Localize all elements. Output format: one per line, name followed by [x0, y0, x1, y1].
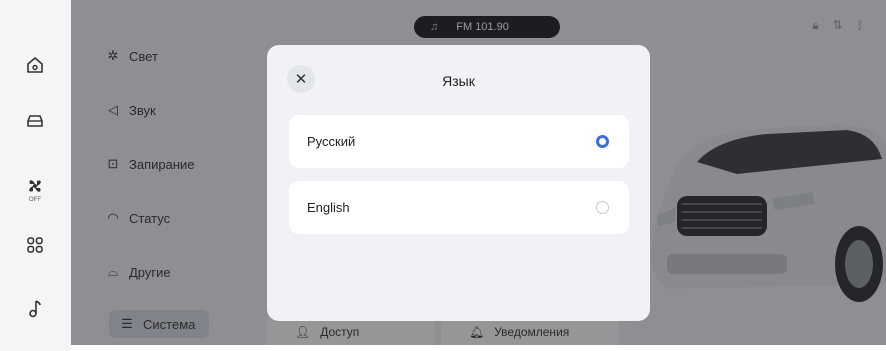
language-option-english[interactable]: English: [289, 181, 629, 234]
apps-grid-icon[interactable]: [22, 232, 48, 258]
left-rail: OFF: [0, 0, 71, 351]
option-label: English: [307, 200, 350, 215]
fan-button[interactable]: OFF: [22, 172, 48, 206]
fan-status-label: OFF: [29, 196, 41, 203]
radio-selected[interactable]: [596, 135, 609, 148]
fan-icon: [29, 179, 41, 192]
option-label: Русский: [307, 134, 356, 149]
car-icon[interactable]: [22, 108, 48, 134]
bottom-strip: [71, 345, 886, 351]
language-dialog: ✕ Язык Русский English: [267, 45, 650, 321]
radio-unselected[interactable]: [596, 201, 609, 214]
language-option-russian[interactable]: Русский: [289, 115, 629, 168]
dialog-title: Язык: [442, 73, 475, 89]
home-icon[interactable]: [22, 52, 48, 78]
music-note-icon[interactable]: [22, 296, 48, 322]
